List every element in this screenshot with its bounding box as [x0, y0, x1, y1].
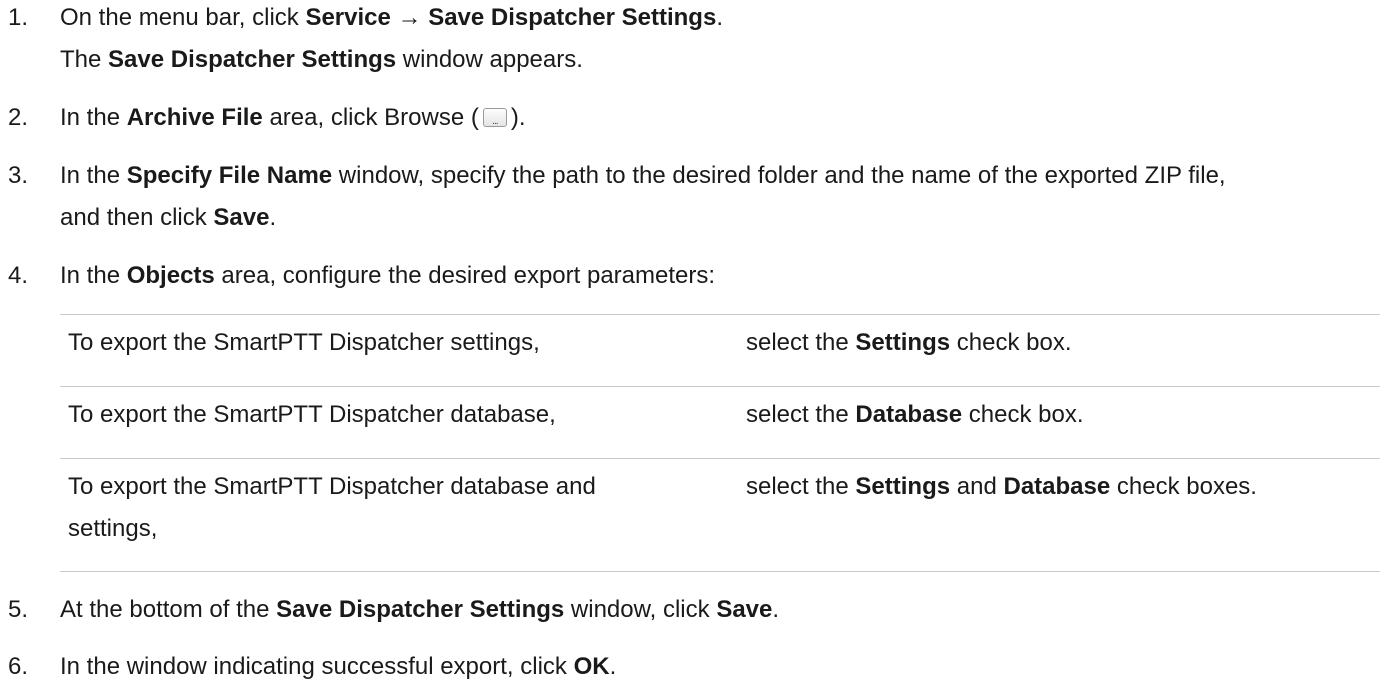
table-cell-condition: To export the SmartPTT Dispatcher databa… [68, 466, 678, 550]
text: check boxes. [1110, 473, 1257, 500]
text: settings, [68, 515, 158, 542]
arrow: → [390, 4, 429, 31]
text: and [950, 473, 1004, 500]
browse-icon [482, 101, 507, 143]
table-cell-action: select the Settings and Database check b… [746, 466, 1376, 508]
objects-area: Objects [126, 262, 215, 289]
archive-file-area: Archive File [126, 104, 263, 131]
text: At the bottom of the [60, 596, 277, 623]
step-text: On the menu bar, click Service → Save Di… [60, 0, 1381, 81]
step-text: In the window indicating successful expo… [60, 646, 1381, 688]
menu-save-dispatcher-settings: Save Dispatcher Settings [428, 4, 717, 31]
save-label: Save [213, 204, 270, 231]
text: In the window indicating successful expo… [60, 653, 574, 680]
text: The [60, 46, 109, 73]
step-number: 2. [8, 104, 29, 131]
text: select the [746, 473, 856, 500]
text: check box. [962, 401, 1084, 428]
text: select the [746, 329, 856, 356]
text: window, specify the path to the desired … [332, 162, 1226, 189]
step-text: In the Archive File area, click Browse (… [60, 97, 1381, 143]
text: In the [60, 162, 127, 189]
step-4: 4. In the Objects area, configure the de… [0, 255, 1385, 297]
text: check box. [950, 329, 1072, 356]
text: In the [60, 262, 127, 289]
text: To export the SmartPTT Dispatcher databa… [68, 473, 596, 500]
window-name: Save Dispatcher Settings [108, 46, 397, 73]
text: In the [60, 104, 127, 131]
text: area, configure the desired export param… [214, 262, 716, 289]
step-text: In the Specify File Name window, specify… [60, 155, 1381, 239]
step-number: 4. [8, 262, 29, 289]
text: and then click [60, 204, 214, 231]
database-checkbox-label: Database [1003, 473, 1111, 500]
step-6: 6. In the window indicating successful e… [0, 646, 1385, 688]
step-text: In the Objects area, configure the desir… [60, 255, 1381, 297]
text: select the [746, 401, 856, 428]
table-row: To export the SmartPTT Dispatcher databa… [60, 459, 1380, 572]
window-name: Save Dispatcher Settings [276, 596, 565, 623]
table-cell-condition: To export the SmartPTT Dispatcher databa… [68, 401, 556, 428]
step-number: 3. [8, 162, 29, 189]
text: On the menu bar, click [60, 4, 306, 31]
text: area, click Browse ( [262, 104, 479, 131]
settings-checkbox-label: Settings [855, 473, 951, 500]
export-parameters-table: To export the SmartPTT Dispatcher settin… [60, 314, 1380, 572]
step-2: 2. In the Archive File area, click Brows… [0, 97, 1385, 143]
database-checkbox-label: Database [855, 401, 963, 428]
step-number: 6. [8, 653, 29, 680]
table-row: To export the SmartPTT Dispatcher settin… [60, 315, 1380, 387]
text: . [609, 653, 617, 680]
step-3: 3. In the Specify File Name window, spec… [0, 155, 1385, 239]
text: ). [510, 104, 526, 131]
settings-checkbox-label: Settings [855, 329, 951, 356]
text: window appears. [396, 46, 583, 73]
specify-file-name-window: Specify File Name [126, 162, 333, 189]
table-cell-action: select the Settings check box. [746, 322, 1376, 364]
step-1: 1. On the menu bar, click Service → Save… [0, 0, 1385, 81]
menu-service: Service [305, 4, 391, 31]
step-5: 5. At the bottom of the Save Dispatcher … [0, 589, 1385, 631]
table-cell-condition: To export the SmartPTT Dispatcher settin… [68, 329, 540, 356]
table-row: To export the SmartPTT Dispatcher databa… [60, 387, 1380, 459]
table-cell-action: select the Database check box. [746, 394, 1376, 436]
step-number: 5. [8, 596, 29, 623]
text: . [269, 204, 277, 231]
text: . [772, 596, 780, 623]
ok-label: OK [573, 653, 610, 680]
text: . [716, 4, 723, 31]
save-label: Save [716, 596, 773, 623]
step-number: 1. [8, 4, 29, 31]
text: window, click [564, 596, 717, 623]
step-text: At the bottom of the Save Dispatcher Set… [60, 589, 1381, 631]
